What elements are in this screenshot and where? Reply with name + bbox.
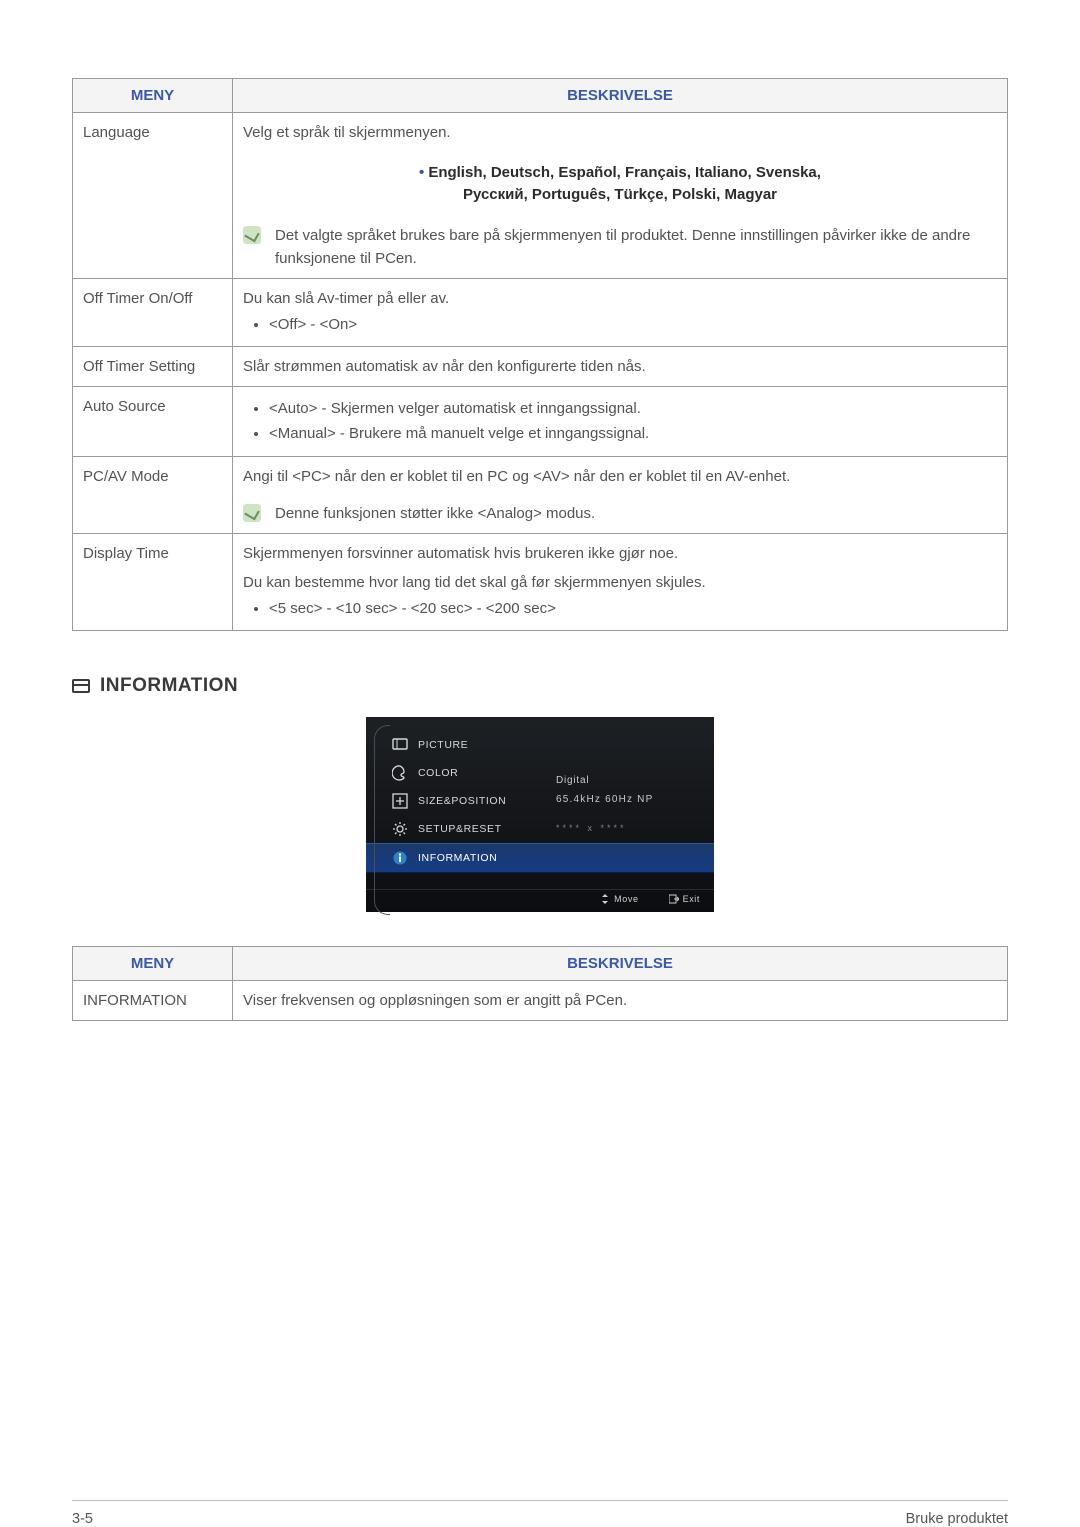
desc-pcav: Angi til <PC> når den er koblet til en P… [233, 456, 1008, 534]
note-icon [243, 226, 261, 244]
table-row: INFORMATION Viser frekvensen og oppløsni… [73, 980, 1008, 1020]
osd-screenshot: PICTURE COLOR SIZE&POSITION SETUP&RESET … [366, 717, 714, 912]
color-icon [392, 765, 408, 781]
table1-header-desc: BESKRIVELSE [233, 79, 1008, 113]
table-row: Auto Source <Auto> - Skjermen velger aut… [73, 387, 1008, 457]
desc-offtimer-setting: Slår strømmen automatisk av når den konf… [233, 346, 1008, 386]
information-table: MENY BESKRIVELSE INFORMATION Viser frekv… [72, 946, 1008, 1021]
osd-item-picture: PICTURE [366, 731, 714, 759]
menu-language: Language [73, 113, 233, 279]
table2-header-desc: BESKRIVELSE [233, 946, 1008, 980]
table-row: Off Timer On/Off Du kan slå Av-timer på … [73, 279, 1008, 347]
desc-language: Velg et språk til skjermmenyen. •English… [233, 113, 1008, 279]
page-number: 3-5 [72, 1511, 93, 1527]
language-list: •English, Deutsch, Español, Français, It… [243, 162, 997, 206]
setup-reset-table: MENY BESKRIVELSE Language Velg et språk … [72, 78, 1008, 631]
menu-information: INFORMATION [73, 980, 233, 1020]
osd-exit-hint: Exit [669, 894, 700, 904]
desc-display-time: Skjermmenyen forsvinner automatisk hvis … [233, 534, 1008, 631]
menu-offtimer-setting: Off Timer Setting [73, 346, 233, 386]
desc-information: Viser frekvensen og oppløsningen som er … [233, 980, 1008, 1020]
menu-auto-source: Auto Source [73, 387, 233, 457]
page-footer: 3-5 Bruke produktet [72, 1500, 1008, 1527]
osd-item-size-position: SIZE&POSITION [366, 787, 714, 815]
desc-auto-source: <Auto> - Skjermen velger automatisk et i… [233, 387, 1008, 457]
language-intro: Velg et språk til skjermmenyen. [243, 121, 997, 144]
osd-footer: Move Exit [366, 889, 714, 906]
menu-pcav: PC/AV Mode [73, 456, 233, 534]
table-row: Language Velg et språk til skjermmenyen.… [73, 113, 1008, 279]
pcav-note: Denne funksjonen støtter ikke <Analog> m… [243, 502, 997, 525]
language-note: Det valgte språket brukes bare på skjerm… [243, 224, 997, 271]
section-title: INFORMATION [100, 675, 238, 697]
table2-header-menu: MENY [73, 946, 233, 980]
picture-icon [392, 737, 408, 753]
menu-offtimer-onoff: Off Timer On/Off [73, 279, 233, 347]
osd-info-panel: Digital 65.4kHz 60Hz NP **** x **** [556, 775, 653, 833]
menu-display-time: Display Time [73, 534, 233, 631]
gear-icon [392, 821, 408, 837]
table-row: PC/AV Mode Angi til <PC> når den er kobl… [73, 456, 1008, 534]
table-row: Off Timer Setting Slår strømmen automati… [73, 346, 1008, 386]
chapter-title: Bruke produktet [906, 1511, 1008, 1527]
table-row: Display Time Skjermmenyen forsvinner aut… [73, 534, 1008, 631]
screen-icon [72, 679, 90, 693]
table1-header-menu: MENY [73, 79, 233, 113]
osd-move-hint: Move [600, 894, 638, 904]
size-position-icon [392, 793, 408, 809]
desc-offtimer-onoff: Du kan slå Av-timer på eller av. <Off> -… [233, 279, 1008, 347]
osd-item-setup-reset: SETUP&RESET [366, 815, 714, 843]
info-icon [392, 850, 408, 866]
osd-item-color: COLOR [366, 759, 714, 787]
note-icon [243, 504, 261, 522]
osd-item-information-selected: INFORMATION [366, 843, 714, 873]
section-information-header: INFORMATION [72, 675, 1008, 697]
